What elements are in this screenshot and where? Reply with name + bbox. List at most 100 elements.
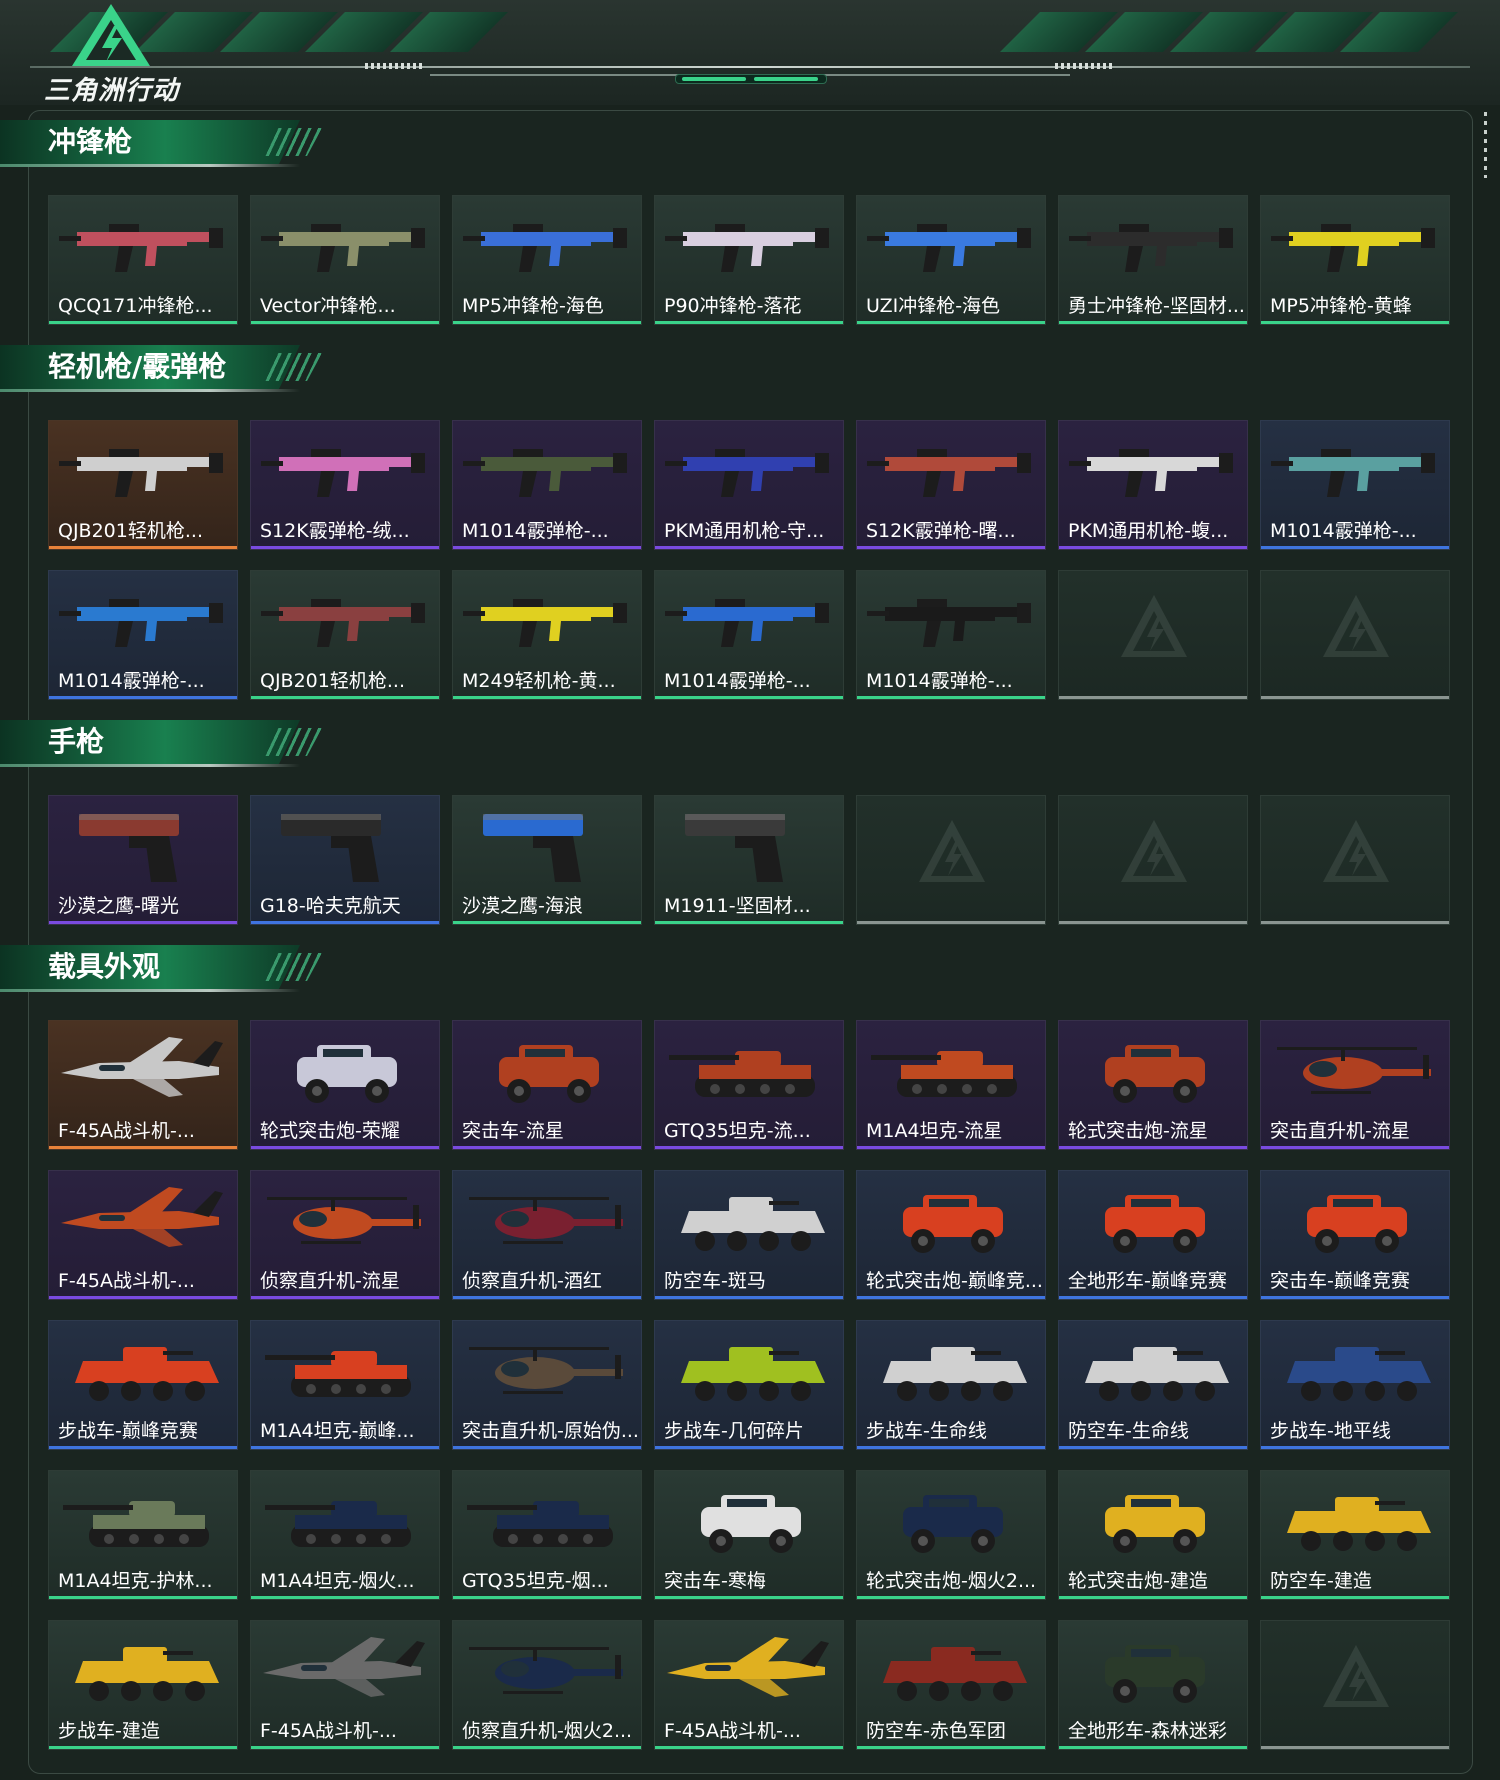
- item-card[interactable]: M1911-坚固材...: [654, 795, 844, 925]
- item-name: GTQ35坦克-流...: [664, 1120, 811, 1142]
- item-card[interactable]: 勇士冲锋枪-坚固材...: [1058, 195, 1248, 325]
- item-card[interactable]: F-45A战斗机-...: [250, 1620, 440, 1750]
- apc-skin-thumbnail: [1069, 1327, 1239, 1411]
- jet-skin-thumbnail: [59, 1177, 229, 1261]
- item-card[interactable]: 沙漠之鹰-海浪: [452, 795, 642, 925]
- rarity-bar: [1059, 1146, 1247, 1149]
- item-card[interactable]: S12K霰弹枪-曙...: [856, 420, 1046, 550]
- apc-skin-thumbnail: [59, 1627, 229, 1711]
- rarity-bar: [857, 1296, 1045, 1299]
- item-name: QJB201轻机枪...: [58, 520, 203, 542]
- item-card[interactable]: 防空车-生命线: [1058, 1320, 1248, 1450]
- item-card[interactable]: 轮式突击炮-巅峰竞...: [856, 1170, 1046, 1300]
- item-card[interactable]: 步战车-巅峰竞赛: [48, 1320, 238, 1450]
- tank-skin-thumbnail: [59, 1477, 229, 1561]
- item-card[interactable]: 突击直升机-原始伪...: [452, 1320, 642, 1450]
- item-card[interactable]: 突击车-寒梅: [654, 1470, 844, 1600]
- item-card[interactable]: 侦察直升机-烟火2...: [452, 1620, 642, 1750]
- rarity-bar: [251, 921, 439, 924]
- item-name: M1014霰弹枪-...: [462, 520, 609, 542]
- item-card[interactable]: PKM通用机枪-守...: [654, 420, 844, 550]
- gun-skin-thumbnail: [261, 577, 431, 661]
- item-name: M1A4坦克-护林...: [58, 1570, 213, 1592]
- item-card[interactable]: QCQ171冲锋枪...: [48, 195, 238, 325]
- section-title: 轻机枪/霰弹枪: [48, 350, 227, 383]
- item-card[interactable]: M1014霰弹枪-...: [1260, 420, 1450, 550]
- scrollbar-indicator[interactable]: [1484, 112, 1487, 178]
- item-card[interactable]: S12K霰弹枪-绒...: [250, 420, 440, 550]
- tank-skin-thumbnail: [867, 1027, 1037, 1111]
- item-card[interactable]: M1014霰弹枪-...: [48, 570, 238, 700]
- item-card[interactable]: M1A4坦克-流星: [856, 1020, 1046, 1150]
- item-name: 防空车-建造: [1270, 1570, 1372, 1592]
- rarity-bar: [1059, 321, 1247, 324]
- item-card[interactable]: GTQ35坦克-烟...: [452, 1470, 642, 1600]
- item-name: MP5冲锋枪-海色: [462, 295, 604, 317]
- item-card[interactable]: M1014霰弹枪-...: [452, 420, 642, 550]
- item-card[interactable]: 侦察直升机-酒红: [452, 1170, 642, 1300]
- item-card[interactable]: P90冲锋枪-落花: [654, 195, 844, 325]
- item-name: 沙漠之鹰-曙光: [58, 895, 179, 917]
- item-name: Vector冲锋枪...: [260, 295, 396, 317]
- item-card[interactable]: 突击车-巅峰竞赛: [1260, 1170, 1450, 1300]
- item-card[interactable]: 步战车-几何碎片: [654, 1320, 844, 1450]
- car-skin-thumbnail: [867, 1177, 1037, 1261]
- rarity-bar: [49, 1446, 237, 1449]
- item-card[interactable]: UZI冲锋枪-海色: [856, 195, 1046, 325]
- item-card[interactable]: F-45A战斗机-...: [654, 1620, 844, 1750]
- item-card[interactable]: F-45A战斗机-...: [48, 1020, 238, 1150]
- item-name: 轮式突击炮-流星: [1068, 1120, 1208, 1142]
- rarity-bar: [1261, 1146, 1449, 1149]
- item-card[interactable]: 步战车-建造: [48, 1620, 238, 1750]
- item-card[interactable]: QJB201轻机枪...: [48, 420, 238, 550]
- placeholder-logo-icon: [1321, 593, 1391, 663]
- item-card[interactable]: M1014霰弹枪-...: [654, 570, 844, 700]
- item-card[interactable]: 全地形车-森林迷彩: [1058, 1620, 1248, 1750]
- item-card[interactable]: M1A4坦克-烟火...: [250, 1470, 440, 1600]
- item-card[interactable]: 防空车-建造: [1260, 1470, 1450, 1600]
- item-card[interactable]: M1A4坦克-护林...: [48, 1470, 238, 1600]
- item-name: 突击车-巅峰竞赛: [1270, 1270, 1410, 1292]
- gun-skin-thumbnail: [665, 427, 835, 511]
- item-card[interactable]: G18-哈夫克航天: [250, 795, 440, 925]
- heli-skin-thumbnail: [463, 1327, 633, 1411]
- item-card[interactable]: 防空车-赤色军团: [856, 1620, 1046, 1750]
- item-card[interactable]: F-45A战斗机-...: [48, 1170, 238, 1300]
- item-card[interactable]: M1A4坦克-巅峰...: [250, 1320, 440, 1450]
- rarity-bar: [655, 1146, 843, 1149]
- pistol-skin-thumbnail: [59, 802, 229, 886]
- item-card[interactable]: 步战车-地平线: [1260, 1320, 1450, 1450]
- item-card[interactable]: QJB201轻机枪...: [250, 570, 440, 700]
- logo-text: 三角洲行动: [44, 76, 180, 106]
- rarity-bar: [1059, 1596, 1247, 1599]
- item-card[interactable]: Vector冲锋枪...: [250, 195, 440, 325]
- rarity-bar: [1261, 1746, 1449, 1749]
- rarity-bar: [655, 1296, 843, 1299]
- tank-skin-thumbnail: [665, 1027, 835, 1111]
- gun-skin-thumbnail: [463, 427, 633, 511]
- item-card[interactable]: M249轻机枪-黄...: [452, 570, 642, 700]
- item-card[interactable]: 全地形车-巅峰竞赛: [1058, 1170, 1248, 1300]
- item-card[interactable]: 突击车-流星: [452, 1020, 642, 1150]
- item-name: S12K霰弹枪-曙...: [866, 520, 1016, 542]
- item-name: PKM通用机枪-蝮...: [1068, 520, 1229, 542]
- rarity-bar: [251, 546, 439, 549]
- item-name: 防空车-斑马: [664, 1270, 766, 1292]
- item-card[interactable]: GTQ35坦克-流...: [654, 1020, 844, 1150]
- gun-skin-thumbnail: [1069, 427, 1239, 511]
- item-card[interactable]: 侦察直升机-流星: [250, 1170, 440, 1300]
- item-card[interactable]: 防空车-斑马: [654, 1170, 844, 1300]
- rarity-bar: [453, 1146, 641, 1149]
- item-card[interactable]: M1014霰弹枪-...: [856, 570, 1046, 700]
- item-card[interactable]: MP5冲锋枪-黄蜂: [1260, 195, 1450, 325]
- item-card[interactable]: 轮式突击炮-流星: [1058, 1020, 1248, 1150]
- item-card[interactable]: MP5冲锋枪-海色: [452, 195, 642, 325]
- apc-skin-thumbnail: [1271, 1477, 1441, 1561]
- item-card[interactable]: 沙漠之鹰-曙光: [48, 795, 238, 925]
- item-card[interactable]: 轮式突击炮-荣耀: [250, 1020, 440, 1150]
- item-card[interactable]: PKM通用机枪-蝮...: [1058, 420, 1248, 550]
- item-card[interactable]: 步战车-生命线: [856, 1320, 1046, 1450]
- item-card[interactable]: 突击直升机-流星: [1260, 1020, 1450, 1150]
- item-card[interactable]: 轮式突击炮-建造: [1058, 1470, 1248, 1600]
- item-card[interactable]: 轮式突击炮-烟火2...: [856, 1470, 1046, 1600]
